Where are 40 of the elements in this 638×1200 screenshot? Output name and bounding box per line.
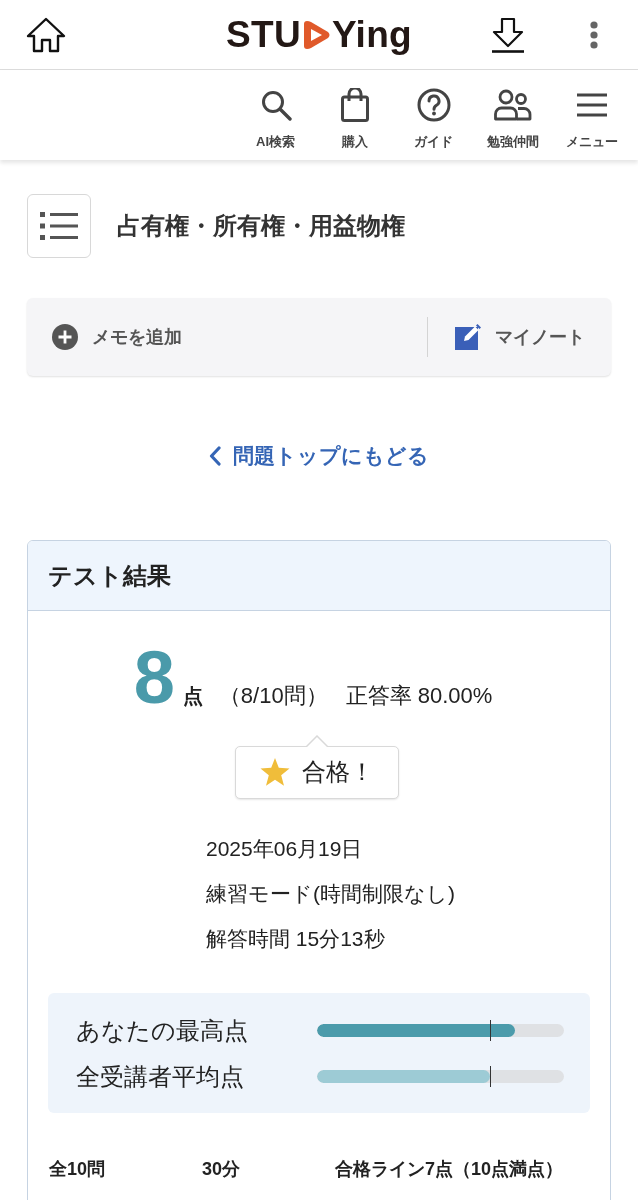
people-icon: [493, 89, 532, 121]
score-value: 8: [133, 641, 175, 715]
list-button[interactable]: [27, 194, 91, 258]
more-icon[interactable]: [590, 20, 598, 49]
menu-icon: [575, 92, 608, 118]
shopping-bag-icon: [340, 88, 369, 122]
accuracy-rate: 正答率 80.00%: [345, 682, 493, 710]
list-icon: [40, 211, 78, 241]
correct-count: （8/10問）: [218, 682, 328, 710]
download-icon[interactable]: [490, 16, 526, 53]
chevron-left-icon: [209, 446, 221, 466]
info-text: 2025年06月19日: [206, 835, 363, 862]
score-unit: 点: [182, 684, 203, 709]
my-note-button[interactable]: マイノート: [428, 298, 611, 376]
search-icon: [259, 89, 292, 121]
toolbar-button[interactable]: ガイド: [394, 70, 473, 160]
comparison-label: 全受講者平均点: [76, 1061, 245, 1092]
help-icon: [416, 88, 451, 122]
comparison-label: あなたの最高点: [76, 1015, 249, 1046]
toolbar-button[interactable]: 勉強仲間: [473, 70, 552, 160]
summary-text: 30分: [202, 1157, 242, 1181]
toolbar-button[interactable]: AI検索: [236, 70, 315, 160]
summary-text: 合格ライン7点（10点満点）: [335, 1157, 565, 1181]
plus-circle-icon: [52, 324, 78, 350]
edit-note-icon: [455, 324, 481, 350]
logo-text: Ying: [331, 16, 412, 53]
summary-text: 全10問: [49, 1157, 107, 1181]
page-title: 占有権・所有権・用益物権: [117, 211, 405, 241]
toolbar-button[interactable]: 購入: [315, 70, 394, 160]
logo-text: STU: [226, 16, 301, 53]
back-to-top-link[interactable]: 問題トップにもどる: [209, 442, 429, 470]
star-icon: [260, 757, 290, 787]
toolbar-button[interactable]: メニュー: [552, 70, 631, 160]
info-text: 解答時間 15分13秒: [206, 925, 385, 952]
play-logo-icon: [302, 19, 331, 50]
home-icon[interactable]: [26, 16, 66, 53]
info-text: 練習モード(時間制限なし): [206, 880, 455, 907]
card-title: テスト結果: [48, 560, 171, 591]
pass-label: 合格！: [302, 757, 374, 787]
add-memo-button[interactable]: メモを追加: [27, 298, 427, 376]
